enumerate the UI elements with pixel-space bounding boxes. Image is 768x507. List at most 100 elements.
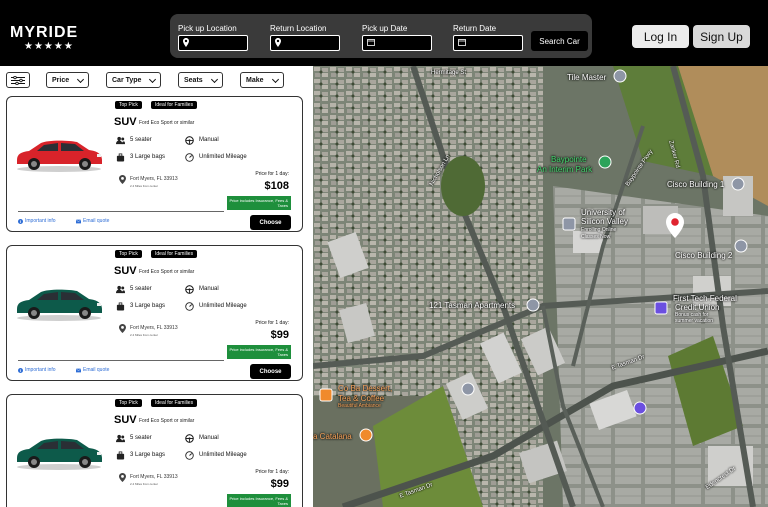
price-includes-note: Price includes Insurance, Fees & Taxes bbox=[227, 345, 291, 359]
car-listing-card[interactable]: Top Pick Ideal for Families SUV Ford Eco… bbox=[6, 394, 303, 507]
satellite-map bbox=[313, 66, 768, 507]
location-pin-icon bbox=[183, 38, 189, 47]
top-pick-badge: Top Pick bbox=[115, 101, 142, 109]
info-icon bbox=[18, 367, 23, 373]
map-label-coba-line2: Tea & Coffee bbox=[338, 394, 385, 403]
location-pin-icon bbox=[119, 175, 126, 184]
signup-button[interactable]: Sign Up bbox=[693, 25, 750, 48]
price-value: $108 bbox=[264, 180, 289, 192]
map-label-interim-park: An Interim Park bbox=[537, 165, 593, 174]
distance-text: 2.4 Miles from center bbox=[130, 482, 159, 486]
return-date-input[interactable] bbox=[453, 35, 523, 51]
info-icon bbox=[18, 218, 23, 224]
transmission-text: Manual bbox=[199, 435, 219, 441]
location-text: Fort Myers, FL 33913 bbox=[130, 325, 178, 331]
car-listing-card[interactable]: Top Pick Ideal for Families SUV Ford Eco… bbox=[6, 245, 303, 381]
email-quote-link[interactable]: Email quote bbox=[76, 218, 109, 224]
transmission-text: Manual bbox=[199, 137, 219, 143]
pickup-date-input[interactable] bbox=[362, 35, 432, 51]
car-image bbox=[17, 289, 102, 321]
bags-text: 3 Large bags bbox=[130, 303, 166, 309]
speedometer-icon bbox=[185, 302, 194, 311]
map-view[interactable]: Hermitage St Tile Master Zanker Rd Baypo… bbox=[313, 66, 768, 507]
page: MYRIDE ★★★★★ Pick up Location Return Loc… bbox=[0, 0, 768, 507]
seats-filter-dropdown[interactable]: Seats bbox=[178, 72, 223, 88]
search-panel: Pick up Location Return Location Pick up… bbox=[170, 14, 592, 58]
mileage-text: Unlimited Mileage bbox=[199, 303, 247, 309]
search-car-button[interactable]: Search Car bbox=[531, 31, 588, 51]
map-label-usv-line4: Classes Now bbox=[581, 234, 611, 240]
luggage-icon bbox=[116, 451, 125, 460]
steering-wheel-icon bbox=[185, 434, 194, 443]
filter-toggle-button[interactable] bbox=[6, 72, 30, 88]
seats-text: 5 seater bbox=[130, 286, 152, 292]
map-label-la-catalana: a Catalana bbox=[313, 432, 352, 441]
email-quote-text: Email quote bbox=[83, 218, 110, 224]
card-divider bbox=[18, 360, 224, 361]
price-label: Price for 1 day: bbox=[255, 171, 289, 177]
important-info-link[interactable]: Important info bbox=[18, 218, 56, 224]
map-label-usv-line3: Enrolling Online bbox=[581, 227, 617, 233]
map-label-tile-master: Tile Master bbox=[567, 73, 607, 82]
price-includes-note: Price includes Insurance, Fees & Taxes bbox=[227, 494, 291, 507]
car-listing-card[interactable]: Top Pick Ideal for Families SUV Ford Eco… bbox=[6, 96, 303, 232]
map-label-cisco-building-1: Cisco Building 1 bbox=[667, 180, 725, 189]
filter-sliders-icon bbox=[11, 76, 25, 85]
price-value: $99 bbox=[270, 329, 289, 341]
steering-wheel-icon bbox=[185, 136, 194, 145]
bags-text: 3 Large bags bbox=[130, 452, 166, 458]
transmission-text: Manual bbox=[199, 286, 219, 292]
top-pick-badge: Top Pick bbox=[115, 250, 142, 258]
price-filter-dropdown[interactable]: Price bbox=[46, 72, 89, 88]
return-location-input[interactable] bbox=[270, 35, 340, 51]
mileage-text: Unlimited Mileage bbox=[199, 452, 247, 458]
car-type-filter-dropdown[interactable]: Car Type bbox=[106, 72, 161, 88]
people-icon bbox=[116, 136, 125, 145]
login-button[interactable]: Log In bbox=[632, 25, 689, 48]
calendar-icon bbox=[458, 39, 466, 46]
price-value: $99 bbox=[270, 478, 289, 490]
choose-button[interactable]: Choose bbox=[250, 364, 291, 379]
map-label-cisco-building-2: Cisco Building 2 bbox=[675, 251, 733, 260]
bags-text: 3 Large bags bbox=[130, 154, 166, 160]
location-text: Fort Myers, FL 33913 bbox=[130, 176, 178, 182]
car-image bbox=[17, 140, 102, 172]
luggage-icon bbox=[116, 153, 125, 162]
email-quote-link[interactable]: Email quote bbox=[76, 367, 109, 373]
seats-text: 5 seater bbox=[130, 137, 152, 143]
return-date-label: Return Date bbox=[453, 24, 497, 33]
car-type-label: SUV bbox=[114, 116, 137, 128]
location-pin-icon bbox=[119, 324, 126, 333]
speedometer-icon bbox=[185, 153, 194, 162]
chevron-down-icon bbox=[271, 75, 280, 84]
car-image bbox=[17, 438, 102, 470]
make-filter-label: Make bbox=[246, 76, 264, 84]
important-info-text: Important info bbox=[25, 218, 56, 224]
card-divider bbox=[18, 211, 224, 212]
pickup-location-input[interactable] bbox=[178, 35, 248, 51]
price-label: Price for 1 day: bbox=[255, 320, 289, 326]
make-filter-dropdown[interactable]: Make bbox=[240, 72, 284, 88]
distance-text: 2.4 Miles from center bbox=[130, 333, 159, 337]
map-label-baypointe-park: Baypointe bbox=[551, 155, 587, 164]
families-badge: Ideal for Families bbox=[151, 250, 198, 258]
families-badge: Ideal for Families bbox=[151, 101, 198, 109]
pickup-date-label: Pick up Date bbox=[362, 24, 408, 33]
people-icon bbox=[116, 434, 125, 443]
brand-logo[interactable]: MYRIDE bbox=[10, 24, 78, 42]
map-label-first-tech-line2: Credit Union bbox=[675, 303, 720, 312]
brand-stars: ★★★★★ bbox=[24, 41, 74, 52]
car-type-label: SUV bbox=[114, 414, 137, 426]
email-icon bbox=[76, 367, 81, 372]
chevron-down-icon bbox=[210, 75, 219, 84]
price-filter-label: Price bbox=[52, 76, 70, 84]
pickup-location-label: Pick up Location bbox=[178, 24, 237, 33]
car-type-label: SUV bbox=[114, 265, 137, 277]
chevron-down-icon bbox=[148, 75, 157, 84]
distance-text: 2.4 Miles from center bbox=[130, 184, 159, 188]
important-info-link[interactable]: Important info bbox=[18, 367, 56, 373]
car-model-label: Ford Eco Sport or similar bbox=[139, 120, 195, 126]
choose-button[interactable]: Choose bbox=[250, 215, 291, 230]
top-pick-badge: Top Pick bbox=[115, 399, 142, 407]
car-model-label: Ford Eco Sport or similar bbox=[139, 269, 195, 275]
